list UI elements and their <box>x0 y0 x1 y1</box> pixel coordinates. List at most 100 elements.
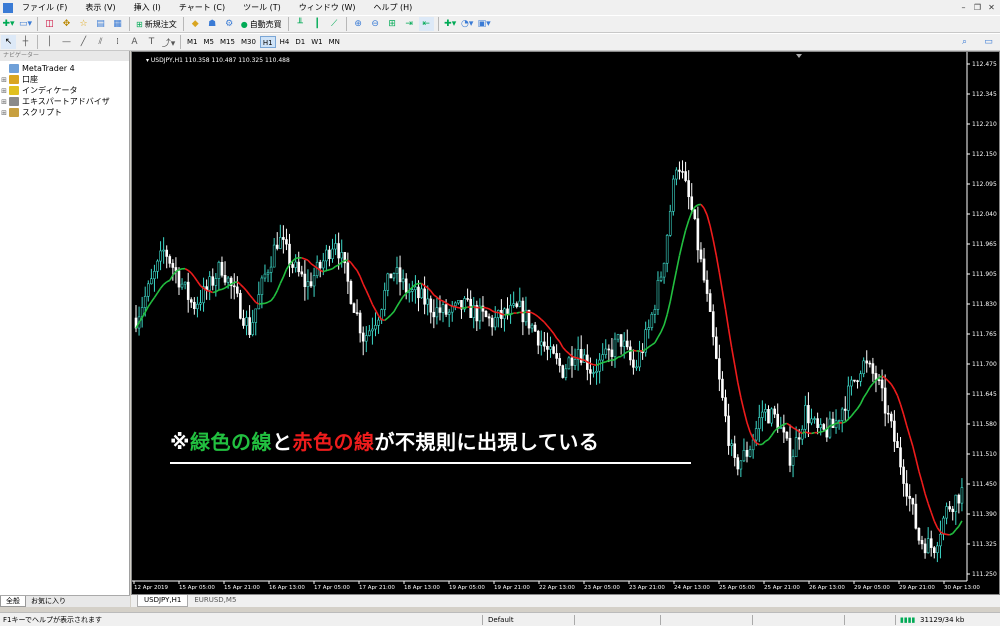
menu-file[interactable]: ファイル (F) <box>13 0 76 15</box>
timeframe-mn[interactable]: MN <box>327 36 342 48</box>
autotrading-button[interactable]: ● 自動売買 <box>239 17 284 31</box>
timeframe-m15[interactable]: M15 <box>218 36 237 48</box>
candle-body <box>180 283 184 288</box>
bar-chart-icon[interactable]: ╨ <box>293 17 308 31</box>
strategy-tester-icon[interactable]: ▦ <box>110 17 125 31</box>
timeframe-m1[interactable]: M1 <box>185 36 200 48</box>
trendline-icon[interactable]: ╱ <box>76 35 91 49</box>
chart-shift-icon[interactable]: ⇤ <box>418 17 434 31</box>
expand-icon[interactable]: ⊞ <box>0 109 8 117</box>
nav-item-label: 口座 <box>22 75 38 84</box>
candle-body <box>377 319 380 326</box>
line-chart-icon[interactable]: ⟋ <box>327 17 342 31</box>
chart-tab-eurusd[interactable]: EURUSD,M5 <box>188 595 242 606</box>
timeframe-w1[interactable]: W1 <box>309 36 324 48</box>
zoom-out-icon[interactable]: ⊖ <box>368 17 383 31</box>
new-order-button[interactable]: ⊞ 新規注文 <box>134 17 179 31</box>
ma-segment-red <box>927 503 932 513</box>
y-tick-label: 111.645 <box>972 391 997 398</box>
text-label-icon[interactable]: T <box>144 35 159 49</box>
periods-icon[interactable]: ◔▾ <box>460 17 475 31</box>
profiles-icon[interactable]: ▭▾ <box>18 17 33 31</box>
templates-icon[interactable]: ▣▾ <box>477 17 492 31</box>
ma-segment-green <box>464 306 468 309</box>
nav-item-metatrader[interactable]: MetaTrader 4 <box>0 63 129 74</box>
horizontal-line-icon[interactable]: — <box>59 35 74 49</box>
menu-insert[interactable]: 挿入 (I) <box>125 0 170 15</box>
price-chart[interactable]: 112.475 112.345 112.210 112.150 112.095 112.0… <box>132 52 999 594</box>
signals-icon[interactable]: ☗ <box>205 17 220 31</box>
candle-body <box>785 431 789 439</box>
cursor-icon[interactable]: ↖ <box>1 35 16 49</box>
candle-body <box>420 288 423 299</box>
market-watch-icon[interactable]: ◫ <box>42 17 57 31</box>
indicators-list-icon[interactable]: ✚▾ <box>443 17 458 31</box>
candle-body <box>414 286 417 291</box>
expand-icon[interactable]: ⊞ <box>0 87 8 95</box>
market-icon[interactable]: ⚙ <box>222 17 237 31</box>
menu-view[interactable]: 表示 (V) <box>76 0 124 15</box>
candle-body <box>635 366 638 369</box>
ma-segment-green <box>159 283 165 289</box>
candle-body <box>672 178 675 212</box>
chart-shift-marker-icon[interactable] <box>796 54 802 58</box>
menu-help[interactable]: ヘルプ (H) <box>364 0 421 15</box>
expand-icon[interactable]: ⊞ <box>0 98 8 106</box>
tab-favorites[interactable]: お気に入り <box>26 596 71 607</box>
candle-body <box>773 408 776 415</box>
arrows-icon[interactable]: ⤴▾ <box>161 35 176 49</box>
terminal-icon[interactable]: ▤ <box>93 17 108 31</box>
timeframe-h1[interactable]: H1 <box>259 36 276 48</box>
candle-body <box>183 281 187 285</box>
text-icon[interactable]: A <box>127 35 142 49</box>
timeframe-d1[interactable]: D1 <box>293 36 307 48</box>
ma-segment-red <box>740 397 745 411</box>
channel-icon[interactable]: ⫽ <box>93 35 108 49</box>
candle-body <box>189 299 193 303</box>
tab-common[interactable]: 全般 <box>0 596 26 607</box>
chart-window[interactable]: 112.475 112.345 112.210 112.150 112.095 112.0… <box>131 51 1000 595</box>
timeframe-m30[interactable]: M30 <box>239 36 258 48</box>
data-window-icon[interactable]: ✥ <box>59 17 74 31</box>
minimize-icon[interactable]: – <box>958 2 969 13</box>
y-tick-label: 111.325 <box>972 541 997 548</box>
candle-body <box>368 330 371 336</box>
chat-icon[interactable]: ▭ <box>981 35 996 49</box>
search-icon[interactable]: ⌕ <box>957 35 972 49</box>
candle-body <box>653 309 657 315</box>
ma-segment-green <box>156 287 162 294</box>
menu-charts[interactable]: チャート (C) <box>170 0 234 15</box>
menu-window[interactable]: ウィンドウ (W) <box>290 0 365 15</box>
timeframe-h4[interactable]: H4 <box>278 36 292 48</box>
ma-segment-red <box>455 306 459 309</box>
timeframe-m5[interactable]: M5 <box>202 36 217 48</box>
ma-segment-green <box>396 300 401 307</box>
candle-body <box>291 264 294 268</box>
fibonacci-icon[interactable]: ⁞ <box>110 35 125 49</box>
vertical-line-icon[interactable]: │ <box>42 35 57 49</box>
candlestick-icon[interactable]: ┃ <box>310 17 325 31</box>
menu-tools[interactable]: ツール (T) <box>234 0 290 15</box>
tile-windows-icon[interactable]: ⊞ <box>385 17 400 31</box>
chart-tab-usdjpy[interactable]: USDJPY,H1 <box>137 595 189 607</box>
y-tick-label: 111.905 <box>972 271 997 278</box>
ma-segment-green <box>856 403 862 409</box>
candle-body <box>447 311 451 315</box>
nav-item-expert-advisors[interactable]: ⊞ エキスパートアドバイザ <box>0 96 129 107</box>
nav-item-accounts[interactable]: ⊞ 口座 <box>0 74 129 85</box>
close-icon[interactable]: ✕ <box>986 2 997 13</box>
metaeditor-icon[interactable]: ◆ <box>188 17 203 31</box>
candle-body <box>331 248 334 259</box>
x-tick-label: 24 Apr 13:00 <box>674 585 710 591</box>
nav-item-indicators[interactable]: ⊞ インディケータ <box>0 85 129 96</box>
nav-item-scripts[interactable]: ⊞ スクリプト <box>0 107 129 118</box>
auto-scroll-icon[interactable]: ⇥ <box>402 17 417 31</box>
zoom-in-icon[interactable]: ⊕ <box>351 17 366 31</box>
navigator-icon[interactable]: ☆ <box>76 17 91 31</box>
candle-body <box>146 283 150 297</box>
expand-icon[interactable]: ⊞ <box>0 76 8 84</box>
new-chart-icon[interactable]: ✚▾ <box>1 17 16 31</box>
x-tick-label: 17 Apr 21:00 <box>359 585 395 591</box>
crosshair-icon[interactable]: ┼ <box>18 35 33 49</box>
restore-icon[interactable]: ❐ <box>972 2 983 13</box>
